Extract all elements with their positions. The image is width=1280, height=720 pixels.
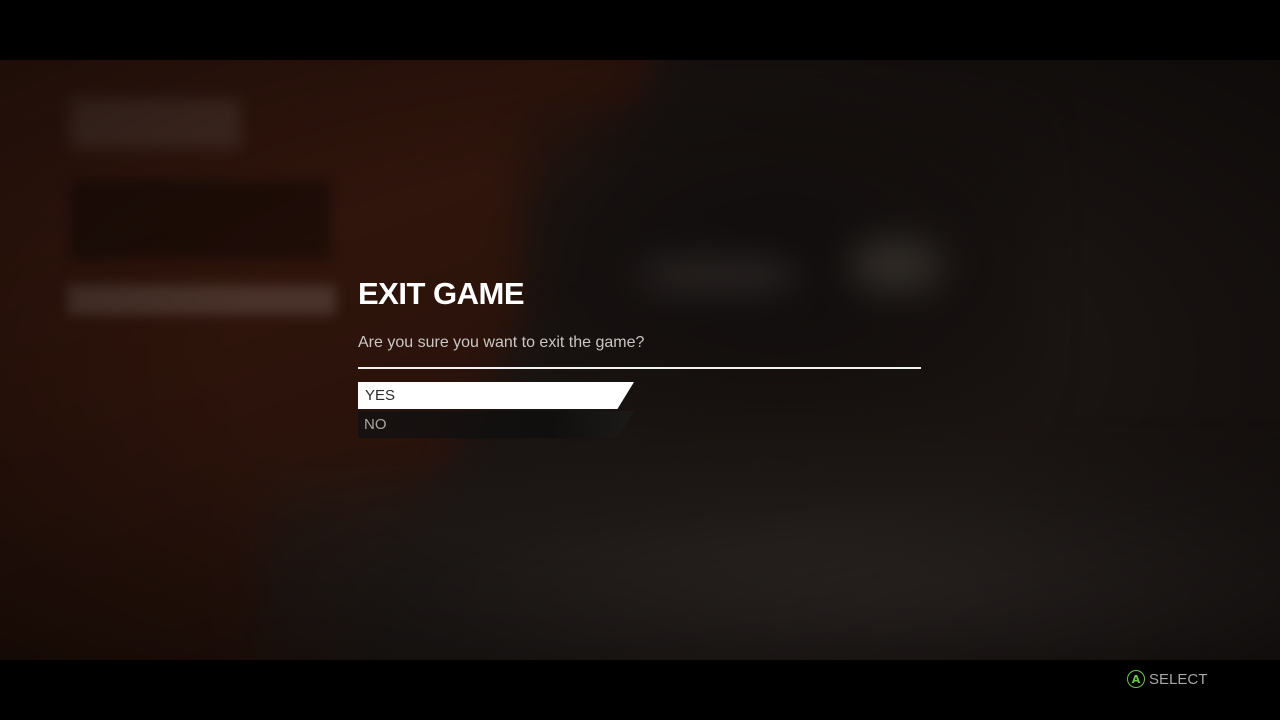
letterbox-top [0,0,1280,60]
no-option-label: NO [364,416,387,433]
yes-option[interactable]: YES [358,382,634,409]
select-hint-label: SELECT [1149,670,1208,688]
dialog-title: EXIT GAME [358,276,525,311]
controller-a-button-icon: A [1127,670,1145,688]
dialog-message: Are you sure you want to exit the game? [358,334,645,351]
yes-option-label: YES [365,387,396,404]
game-screen: EXIT GAME Are you sure you want to exit … [0,0,1280,720]
exit-game-dialog: EXIT GAME Are you sure you want to exit … [358,276,922,440]
no-option[interactable]: NO [358,411,634,438]
letterbox-bottom [0,660,1280,720]
dialog-divider [358,367,921,369]
select-button-hint[interactable]: A SELECT [1127,668,1207,690]
dialog-options: YES NO [358,382,634,438]
